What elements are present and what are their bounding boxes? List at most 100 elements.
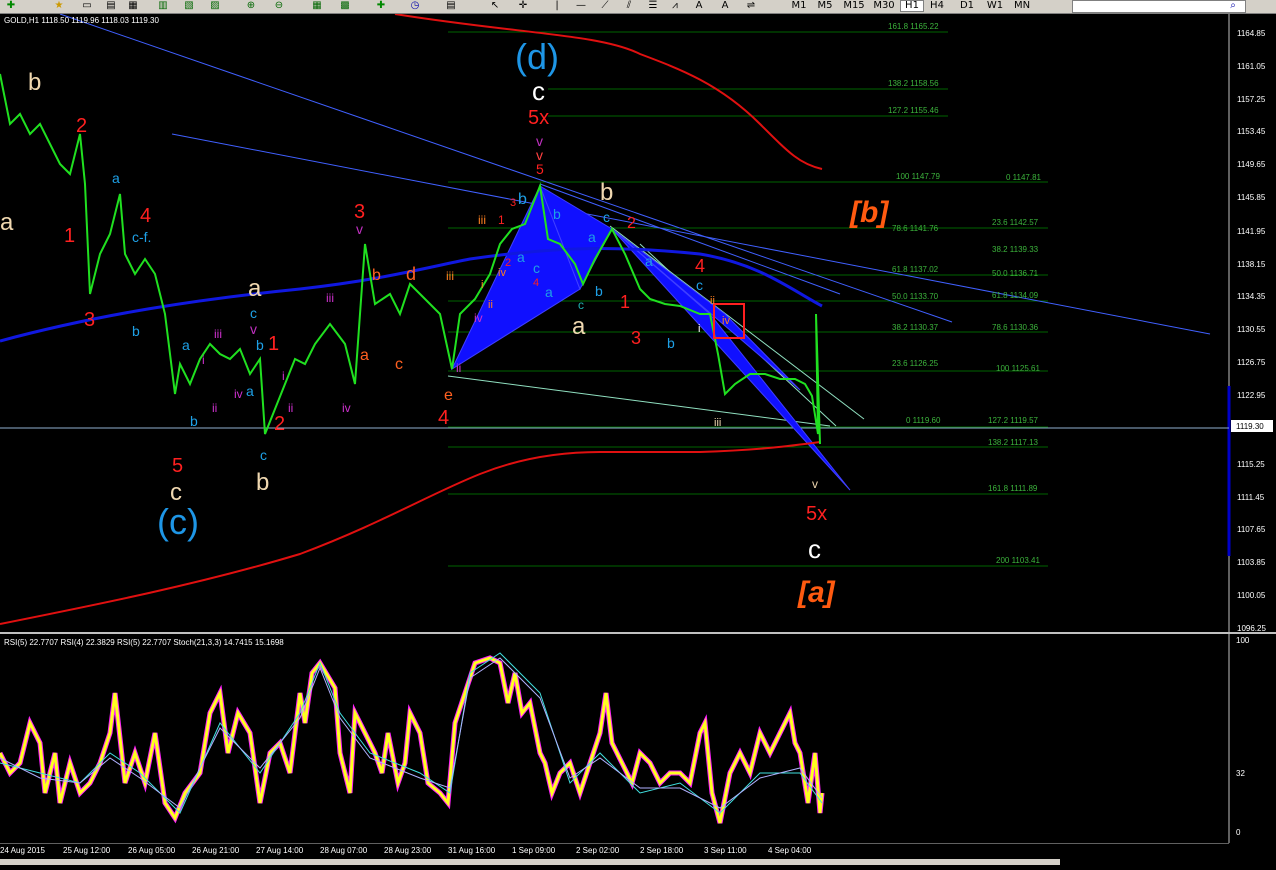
toolbar: ✚ ★ ▭ ▤ ▦ ▥ ▧ ▨ ⊕ ⊖ ▦ ▩ ✚ ◷ ▤ ↖ ✛ | — ⟋ …	[0, 0, 1276, 14]
fib-left-3: 100 1147.79	[896, 172, 940, 181]
wave-2-left: 2	[76, 115, 87, 137]
tf-h1[interactable]: H1	[900, 0, 924, 12]
price-tick-2: 1157.25	[1237, 95, 1266, 104]
template-icon[interactable]: ▤	[444, 0, 458, 12]
wave-b-left: b	[28, 69, 41, 96]
indicator-header: RSI(5) 22.7707 RSI(4) 22.3829 RSI(5) 22.…	[4, 638, 284, 647]
wave-c-cy6: c	[603, 209, 610, 225]
wave-labels: (d) (c) [b] [a] c 5x v v 5 a b 2 1 4 3 a…	[0, 36, 889, 609]
wave-ii-sm: ii	[488, 299, 493, 311]
wave-b-top: b	[600, 179, 613, 206]
wave-c-bottom: c	[170, 479, 182, 506]
grid-icon[interactable]: ▥	[156, 0, 170, 12]
wave-3-mid: 3	[354, 201, 365, 223]
chart3-icon[interactable]: ▨	[208, 0, 222, 12]
add-indicator-icon[interactable]: ✚	[374, 0, 388, 12]
wave-b-cy4: b	[553, 206, 561, 222]
favorites-icon[interactable]: ★	[52, 0, 66, 12]
indicator-chart[interactable]: RSI(5) 22.7707 RSI(4) 22.3829 RSI(5) 22.…	[0, 633, 1276, 843]
search-icon[interactable]: ⌕	[1226, 0, 1240, 12]
wave-a-left: a	[0, 209, 14, 236]
wave-b-cyan: b	[132, 323, 140, 339]
tf-w1[interactable]: W1	[984, 0, 1006, 12]
chart2-icon[interactable]: ▦	[126, 0, 140, 12]
indicator-tick-100: 100	[1236, 636, 1250, 645]
time-label-4: 27 Aug 14:00	[256, 846, 304, 855]
wave-v-mid2: v	[356, 221, 363, 237]
horizontal-line-icon[interactable]: —	[574, 0, 588, 12]
period-icon[interactable]: ◷	[408, 0, 422, 12]
new-order-icon[interactable]: ✚	[4, 0, 18, 12]
wave-c-mid: c	[250, 305, 257, 321]
wave-e-orange: e	[444, 387, 453, 404]
fib-left-2: 127.2 1155.46	[888, 106, 939, 115]
crosshair-icon[interactable]: ✛	[516, 0, 530, 12]
rsi4-line	[0, 656, 824, 824]
price-tick-14: 1107.65	[1237, 525, 1266, 534]
price-tick-11: 1122.95	[1237, 391, 1266, 400]
price-tick-8: 1134.35	[1237, 292, 1266, 301]
chart-icon[interactable]: ▤	[104, 0, 118, 12]
price-tick-16: 1100.05	[1237, 591, 1266, 600]
channel-icon[interactable]: ⫽	[622, 0, 636, 12]
price-tick-9: 1130.55	[1237, 325, 1266, 334]
gann-icon[interactable]: ⩘	[668, 0, 682, 12]
tf-m5[interactable]: M5	[814, 0, 836, 12]
zoom-out-icon[interactable]: ⊖	[272, 0, 286, 12]
fib-right-10: 200 1103.41	[996, 556, 1040, 565]
tf-h4[interactable]: H4	[926, 0, 948, 12]
fib-left-5: 61.8 1137.02	[892, 265, 939, 274]
wave-c-orange: c	[395, 356, 403, 373]
tf-d1[interactable]: D1	[956, 0, 978, 12]
indicator-tick-0: 0	[1236, 828, 1241, 837]
tf-m15[interactable]: M15	[840, 0, 868, 12]
time-label-7: 31 Aug 16:00	[448, 846, 496, 855]
text-tool[interactable]: A	[692, 0, 706, 12]
wave-v-bottom: v	[812, 477, 818, 491]
search-input[interactable]	[1072, 0, 1246, 13]
price-tick-3: 1153.45	[1237, 127, 1266, 136]
wave-a-bracket: [a]	[797, 576, 836, 609]
wave-a-cy6: a	[588, 229, 596, 245]
wave-iv-orange: iv	[722, 315, 730, 327]
tf-m1[interactable]: M1	[788, 0, 810, 12]
trendline-icon[interactable]: ⟋	[598, 0, 612, 12]
wave-ii-2: ii	[288, 401, 293, 415]
time-label-1: 25 Aug 12:00	[63, 846, 111, 855]
vertical-line-icon[interactable]: |	[550, 0, 564, 12]
wave-3-sm: 3	[510, 197, 516, 209]
wave-ii-orange: ii	[710, 295, 715, 307]
main-chart[interactable]: 161.8 1165.22 138.2 1158.56 127.2 1155.4…	[0, 13, 1276, 633]
wave-2-mid: 2	[274, 413, 285, 435]
wave-d: (d)	[515, 36, 559, 77]
wave-b-cy7: b	[667, 335, 675, 351]
time-label-9: 2 Sep 02:00	[576, 846, 620, 855]
wave-i-1: i	[202, 353, 205, 367]
file-icon[interactable]: ▭	[80, 0, 94, 12]
wave-4-mid: 4	[438, 407, 449, 429]
wave-b-cy3: b	[518, 191, 527, 208]
price-tick-12: 1115.25	[1237, 460, 1265, 469]
scroll-icon[interactable]: ▩	[338, 0, 352, 12]
tf-m30[interactable]: M30	[870, 0, 898, 12]
wave-iii-white: iii	[714, 417, 721, 429]
indicator-chart-svg: RSI(5) 22.7707 RSI(4) 22.3829 RSI(5) 22.…	[0, 633, 1250, 843]
label-tool[interactable]: A	[718, 0, 732, 12]
wave-c-cy4: c	[578, 298, 584, 312]
tile-icon[interactable]: ▦	[310, 0, 324, 12]
zoom-in-icon[interactable]: ⊕	[244, 0, 258, 12]
wave-1-sm: 1	[498, 213, 505, 227]
fib-right-3: 50.0 1136.71	[992, 269, 1039, 278]
wave-cf-cyan: c-f.	[132, 229, 151, 245]
cursor-icon[interactable]: ↖	[488, 0, 502, 12]
autoscroll-icon[interactable]: ▧	[182, 0, 196, 12]
wave-b-bracket: [b]	[849, 196, 889, 229]
price-tick-6: 1141.95	[1237, 227, 1266, 236]
price-tick-13: 1111.45	[1237, 493, 1265, 502]
fibo-icon[interactable]: ☰	[646, 0, 660, 12]
arrow-icon[interactable]: ⇌	[744, 0, 758, 12]
tf-mn[interactable]: MN	[1010, 0, 1034, 12]
time-axis-svg: 24 Aug 2015 25 Aug 12:00 26 Aug 05:00 26…	[0, 842, 1229, 865]
time-label-11: 3 Sep 11:00	[704, 846, 747, 855]
wave-i-sm: i	[481, 279, 483, 291]
